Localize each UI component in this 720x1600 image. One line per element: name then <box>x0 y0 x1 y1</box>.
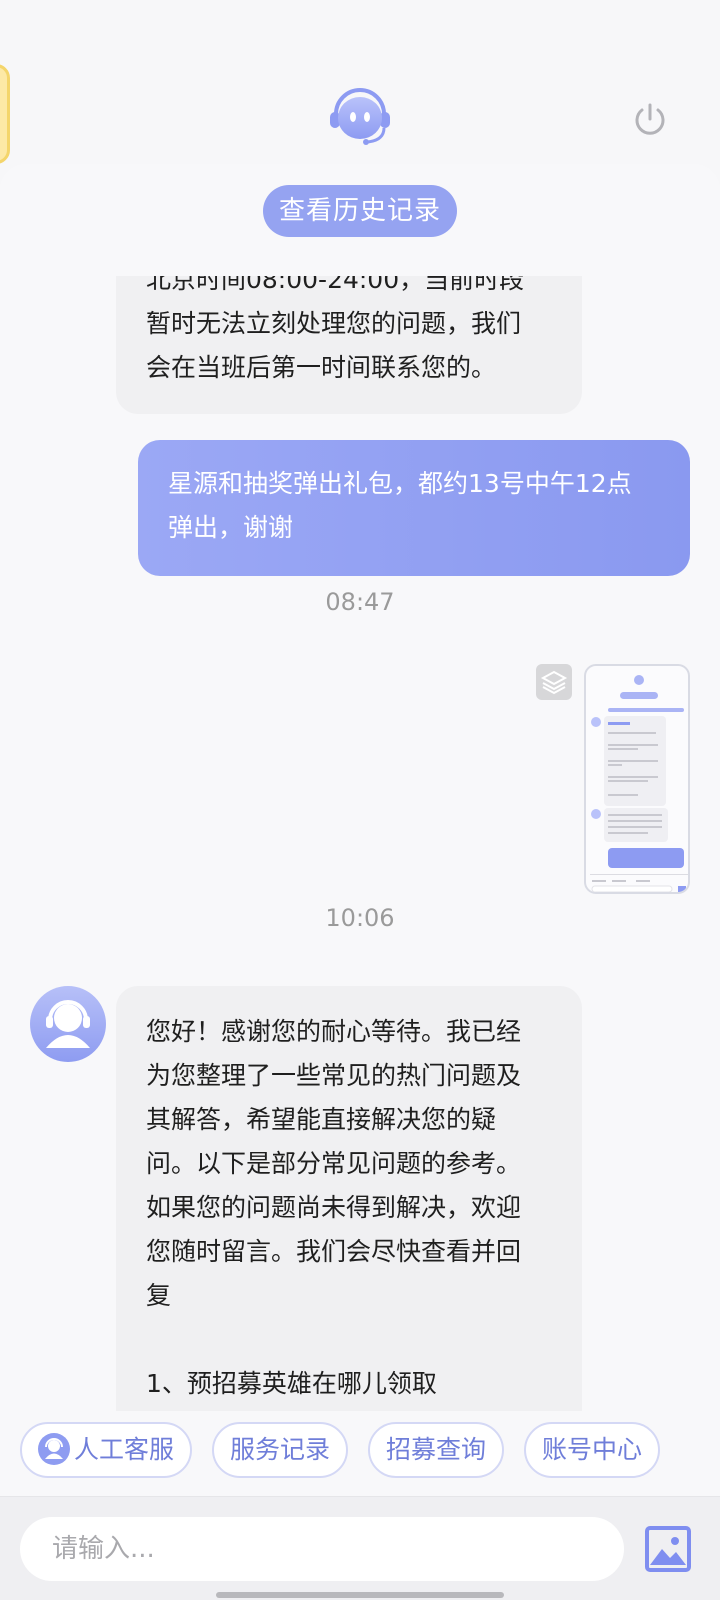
chat-app: 查看历史记录 北京时间08:00-24:00，当前时段 暂时无法立刻处理您的问题… <box>0 0 720 1600</box>
agent-avatar-icon <box>30 986 106 1062</box>
input-bar <box>0 1496 720 1600</box>
chip-label: 人工客服 <box>73 1435 174 1464</box>
message-line: 会在当班后第一时间联系您的。 <box>146 353 497 382</box>
message-input[interactable] <box>20 1517 624 1581</box>
agent-headset-icon <box>37 1433 70 1465</box>
screenshot-thumbnail[interactable] <box>584 664 690 894</box>
quick-actions: 人工客服 服务记录 招募查询 账号中心 <box>0 1422 720 1480</box>
recruit-query-chip[interactable]: 招募查询 <box>368 1422 504 1478</box>
message-line: 其解答，希望能直接解决您的疑 <box>146 1105 497 1134</box>
message-line: 您随时留言。我们会尽快查看并回 <box>146 1237 522 1266</box>
message-line: 复 <box>146 1281 172 1310</box>
message-list[interactable]: 北京时间08:00-24:00，当前时段 暂时无法立刻处理您的问题，我们 会在当… <box>0 276 720 1411</box>
message-line: 您好！感谢您的耐心等待。我已经 <box>146 1017 522 1046</box>
screenshot-image <box>590 675 688 892</box>
message-line: 如果您的问题尚未得到解决，欢迎 <box>146 1193 522 1222</box>
user-message-bubble: 星源和抽奖弹出礼包，都约13号中午12点 弹出，谢谢 <box>138 440 690 576</box>
message-line <box>146 1318 552 1362</box>
agent-message-bubble: 您好！感谢您的耐心等待。我已经 为您整理了一些常见的热门问题及 其解答，希望能直… <box>116 986 582 1411</box>
home-indicator <box>216 1592 504 1598</box>
robot-headset-icon <box>330 88 390 145</box>
message-line: 为您整理了一些常见的热门问题及 <box>146 1061 522 1090</box>
layers-icon[interactable] <box>536 664 572 700</box>
view-history-button[interactable]: 查看历史记录 <box>263 185 457 237</box>
header <box>0 0 720 175</box>
timestamp: 10:06 <box>325 904 395 932</box>
service-records-chip[interactable]: 服务记录 <box>212 1422 348 1478</box>
image-upload-icon[interactable] <box>644 1525 692 1573</box>
human-service-chip[interactable]: 人工客服 <box>20 1422 192 1478</box>
message-line: 北京时间08:00-24:00，当前时段 <box>146 276 525 294</box>
account-center-chip[interactable]: 账号中心 <box>524 1422 660 1478</box>
message-line: 问。以下是部分常见问题的参考。 <box>146 1149 522 1178</box>
floating-side-tab[interactable] <box>0 64 10 164</box>
message-line: 星源和抽奖弹出礼包，都约13号中午12点 <box>168 469 632 498</box>
message-line: 弹出，谢谢 <box>168 513 294 542</box>
message-line: 暂时无法立刻处理您的问题，我们 <box>146 309 522 338</box>
faq-link[interactable]: 1、预招募英雄在哪儿领取 <box>146 1362 552 1406</box>
timestamp: 08:47 <box>325 588 395 616</box>
power-icon[interactable] <box>630 100 670 140</box>
agent-message-bubble: 北京时间08:00-24:00，当前时段 暂时无法立刻处理您的问题，我们 会在当… <box>116 276 582 414</box>
